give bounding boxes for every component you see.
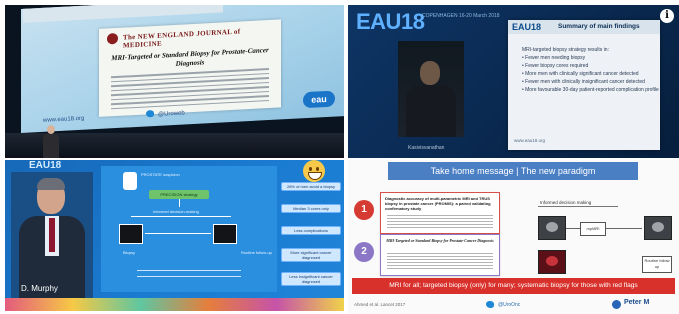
mri-image [538,216,566,240]
finding-item: • Fewer biopsy cores required [522,63,589,69]
slide-url: www.eau18.org [43,115,85,124]
twitter-icon [486,301,494,308]
patient-icon [123,172,137,190]
flow-decision-label: Informed decision-making [153,209,199,214]
mri-image [538,250,566,274]
event-city: COPENHAGEN 16-20 March 2018 [422,13,500,19]
decision-label: Informed decision making [540,200,592,205]
slide-logo: EAU18 [512,22,542,32]
slide-handle: @Uroweb [158,110,185,118]
citation: Ahmed et al. Lancet 2017 [354,302,406,307]
photo-nejm-slide: The NEW ENGLAND JOURNAL of MEDICINE MRI-… [5,5,344,158]
mri-image [213,224,237,244]
flow-top-label: PROSTATE suspicion [141,172,180,177]
speaker-caption: Kasivisvanathan [408,145,445,151]
finding-item: • More favourable 30-day patient-reporte… [522,87,659,93]
journal-seal-icon [107,32,118,45]
mpmri-box: mpMRI [580,222,606,236]
eau-year: 18 [400,9,425,34]
speaker-portrait [11,172,93,298]
twitter-handle: @UroOnc [498,302,521,308]
flow-routine-label: Routine follow-up [241,250,272,255]
article-slide: The NEW ENGLAND JOURNAL of MEDICINE MRI-… [99,19,281,117]
benefit-box: 28% of men avoid a biopsy [281,182,341,191]
eau18-logo: EAU18 [29,160,62,171]
speaker-video [398,41,464,137]
photo-takehome-slide: Take home message | The new paradigm 1 D… [348,160,679,314]
brand-name: Peter M [624,299,650,306]
precision-paper: MRI-Targeted or Standard Biopsy for Pros… [380,234,500,276]
finding-item: • Fewer men needing biopsy [522,55,586,61]
paradigm-banner: MRI for all; targeted biopsy (only) for … [352,278,675,294]
finding-item: • More men with clinically significant c… [522,71,639,77]
projection-screen: The NEW ENGLAND JOURNAL of MEDICINE MRI-… [21,5,344,134]
item-number: 2 [354,242,374,262]
benefit-box: Less insignificant cancer diagnosed [281,272,341,286]
slide-url: www.eau18.org [514,138,546,143]
photo-precision-slide: EAU18 D. Murphy PROSTATE suspicion PRECI… [5,160,344,311]
photo-summary-slide: EAU18 COPENHAGEN 16-20 March 2018 Kasivi… [348,5,679,158]
decorative-stripe [5,298,344,311]
slide-banner [23,5,223,23]
info-icon[interactable]: i [660,9,674,23]
finding-item: MRI-targeted biopsy strategy results in: [522,47,609,53]
takehome-header: Take home message | The new paradigm [388,162,638,180]
finding-item: • Fewer men with clinically insignifican… [522,79,645,85]
findings-list: MRI-targeted biopsy strategy results in:… [522,46,659,94]
benefit-box: Less complications [281,226,341,235]
slide-title: Summary of main findings [558,23,640,30]
author-list [111,68,269,112]
paper-title: MRI-Targeted or Standard Biopsy for Pros… [386,238,494,243]
slide-header: EAU18 Summary of main findings [508,20,660,34]
benefit-box: Median 3 cores only [281,204,341,213]
flow-arrow [606,228,642,229]
summary-slide: EAU18 Summary of main findings MRI-targe… [508,20,660,150]
mri-image [119,224,143,244]
twitter-icon [146,110,154,118]
eau-logo: eau [303,90,335,109]
peter-mac-logo-icon [612,300,621,309]
precision-flowchart: PROSTATE suspicion PRECISION strategy In… [101,166,277,292]
speaker-figure [43,125,59,158]
benefit-box: More significant cancer diagnosed [281,248,341,262]
eau-text: EAU [356,9,401,34]
decision-line [538,206,618,207]
flow-arrow [566,228,580,229]
flow-biopsy-label: Biopsy [123,250,136,255]
item-number: 1 [354,200,374,220]
photo-collage: The NEW ENGLAND JOURNAL of MEDICINE MRI-… [0,0,679,314]
mri-image [644,216,672,240]
smiley-icon [303,160,325,182]
routine-followup-box: Routine follow up [642,256,672,273]
eau18-logo: EAU18 [356,9,425,35]
flow-main-box: PRECISION strategy [149,190,209,199]
promis-paper: Diagnostic accuracy of multi-parametric … [380,192,500,234]
speaker-name: D. Murphy [21,284,58,293]
paper-title: Diagnostic accuracy of multi-parametric … [385,196,491,211]
